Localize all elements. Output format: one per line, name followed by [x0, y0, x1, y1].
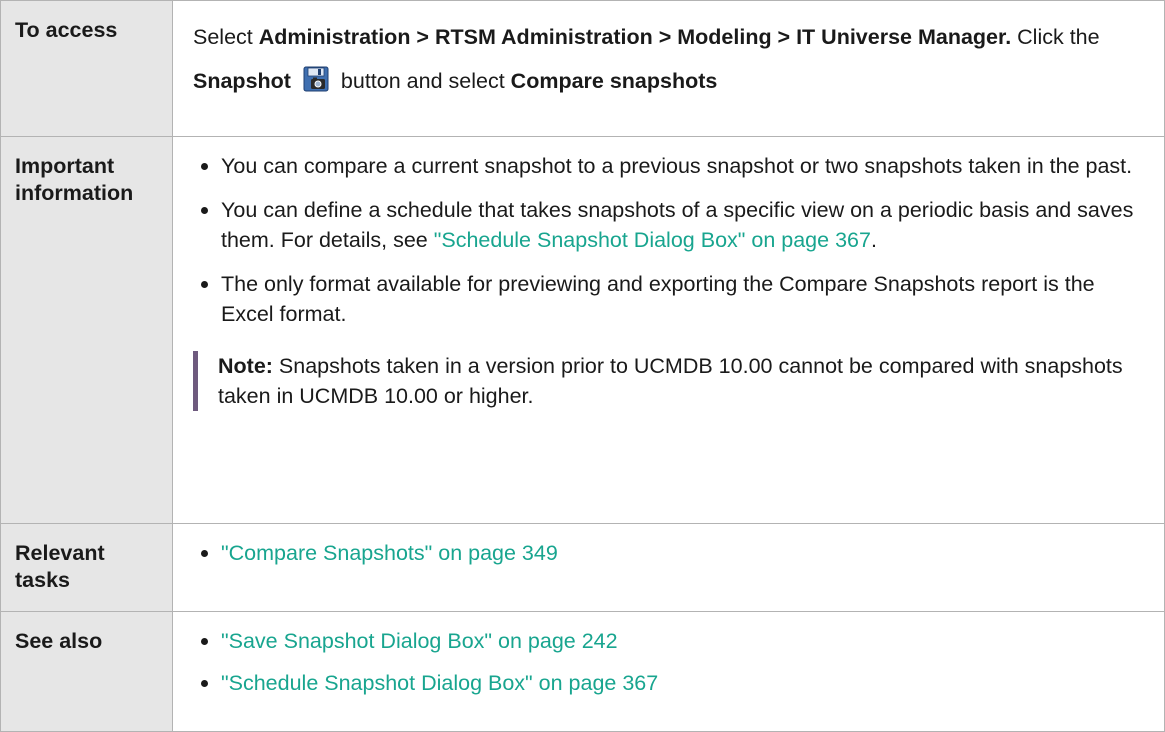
- select-word: Select: [193, 25, 253, 49]
- note-box: Note: Snapshots taken in a version prior…: [193, 351, 1150, 411]
- compare-snapshots-label: Compare snapshots: [510, 69, 718, 93]
- list-item: The only format available for previewing…: [193, 269, 1150, 329]
- important-content: You can compare a current snapshot to a …: [172, 136, 1165, 524]
- row-label: Relevant tasks: [0, 523, 173, 612]
- row-relevant-tasks: Relevant tasks "Compare Snapshots" on pa…: [0, 523, 1165, 612]
- list-item: "Schedule Snapshot Dialog Box" on page 3…: [193, 668, 1150, 698]
- row-label: Important information: [0, 136, 173, 524]
- save-snapshot-icon: [303, 63, 329, 92]
- list-item: "Compare Snapshots" on page 349: [193, 538, 1150, 568]
- menu-path: Administration > RTSM Administration > M…: [258, 25, 1012, 49]
- row-label: To access: [0, 0, 173, 137]
- save-snapshot-link[interactable]: "Save Snapshot Dialog Box" on page 242: [221, 629, 618, 653]
- access-description: Select Administration > RTSM Administrat…: [172, 0, 1165, 137]
- list-item: "Save Snapshot Dialog Box" on page 242: [193, 626, 1150, 656]
- row-to-access: To access Select Administration > RTSM A…: [0, 0, 1165, 137]
- schedule-snapshot-link[interactable]: "Schedule Snapshot Dialog Box" on page 3…: [221, 671, 658, 695]
- info-table: To access Select Administration > RTSM A…: [0, 0, 1165, 732]
- tasks-content: "Compare Snapshots" on page 349: [172, 523, 1165, 612]
- schedule-snapshot-link[interactable]: "Schedule Snapshot Dialog Box" on page 3…: [434, 228, 871, 252]
- list-item: You can define a schedule that takes sna…: [193, 195, 1150, 255]
- note-text: Snapshots taken in a version prior to UC…: [218, 354, 1123, 408]
- row-important-information: Important information You can compare a …: [0, 136, 1165, 524]
- note-label: Note:: [218, 354, 273, 378]
- compare-snapshots-link[interactable]: "Compare Snapshots" on page 349: [221, 541, 558, 565]
- button-text: button and select: [340, 69, 505, 93]
- row-label: See also: [0, 611, 173, 732]
- list-item: You can compare a current snapshot to a …: [193, 151, 1150, 181]
- bullet-end: .: [870, 228, 877, 252]
- see-also-content: "Save Snapshot Dialog Box" on page 242 "…: [172, 611, 1165, 732]
- bullet-list: "Save Snapshot Dialog Box" on page 242 "…: [193, 626, 1150, 698]
- snapshot-label: Snapshot: [193, 69, 291, 93]
- bullet-list: "Compare Snapshots" on page 349: [193, 538, 1150, 568]
- bullet-list: You can compare a current snapshot to a …: [193, 151, 1150, 329]
- row-see-also: See also "Save Snapshot Dialog Box" on p…: [0, 611, 1165, 732]
- click-text: Click the: [1017, 25, 1100, 49]
